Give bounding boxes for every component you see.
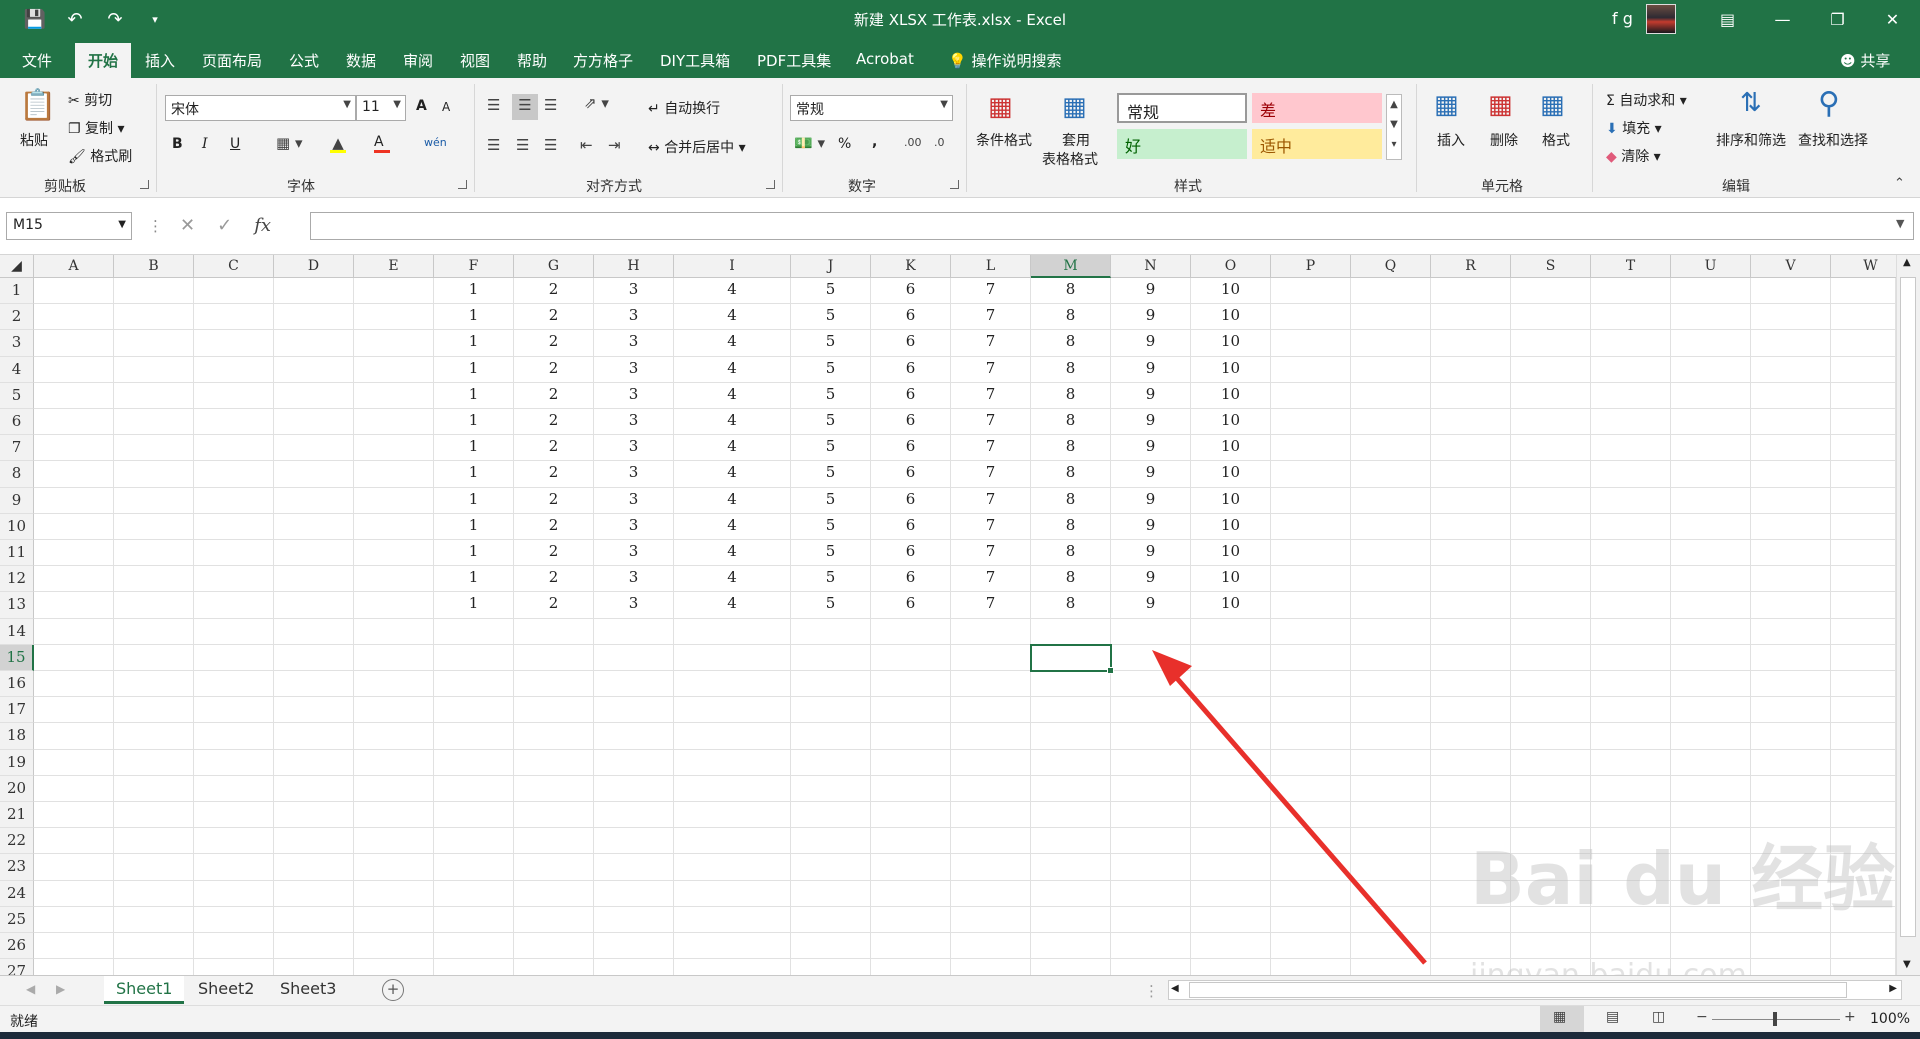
sheet-tab-1[interactable]: Sheet1 xyxy=(104,976,185,1004)
prev-sheet-icon[interactable]: ◀ xyxy=(26,982,35,996)
page-break-view-icon[interactable]: ◫ xyxy=(1652,1009,1665,1025)
zoom-out-icon[interactable]: − xyxy=(1696,1009,1708,1025)
zoom-in-icon[interactable]: + xyxy=(1844,1009,1856,1025)
scroll-left-icon[interactable]: ◀ xyxy=(1171,983,1179,994)
sheet-tab-3[interactable]: Sheet3 xyxy=(268,976,348,1004)
scroll-right-icon[interactable]: ▶ xyxy=(1889,983,1897,994)
splitter-icon[interactable]: ⋮ xyxy=(1144,982,1159,1000)
sheet-tabs-bar: ◀ ▶ Sheet1 Sheet2 Sheet3 + ⋮ ◀ ▶ xyxy=(0,975,1920,1005)
zoom-level[interactable]: 100% xyxy=(1870,1011,1910,1027)
normal-view-icon: ▦ xyxy=(1553,1009,1567,1025)
watermark-logo: Bai du 经验 xyxy=(1470,837,1896,921)
page-layout-view-icon[interactable]: ▤ xyxy=(1606,1009,1619,1025)
sheet-tab-2[interactable]: Sheet2 xyxy=(186,976,266,1004)
taskbar xyxy=(0,1032,1920,1039)
zoom-slider-thumb[interactable] xyxy=(1773,1012,1777,1026)
hscroll-thumb[interactable] xyxy=(1189,982,1847,998)
status-text: 就绪 xyxy=(10,1014,38,1030)
horizontal-scrollbar[interactable]: ◀ ▶ xyxy=(1168,980,1902,1000)
status-bar: 就绪 ▦ ▤ ◫ − + 100% xyxy=(0,1005,1920,1032)
arrow-head xyxy=(1152,650,1192,686)
add-sheet-icon[interactable]: + xyxy=(382,979,404,1001)
arrow-shaft xyxy=(1166,666,1427,965)
next-sheet-icon[interactable]: ▶ xyxy=(56,982,65,996)
excel-window: 💾 ↶ ↷ ▾ 新建 XLSX 工作表.xlsx - Excel f g ▤ —… xyxy=(0,0,1920,1039)
